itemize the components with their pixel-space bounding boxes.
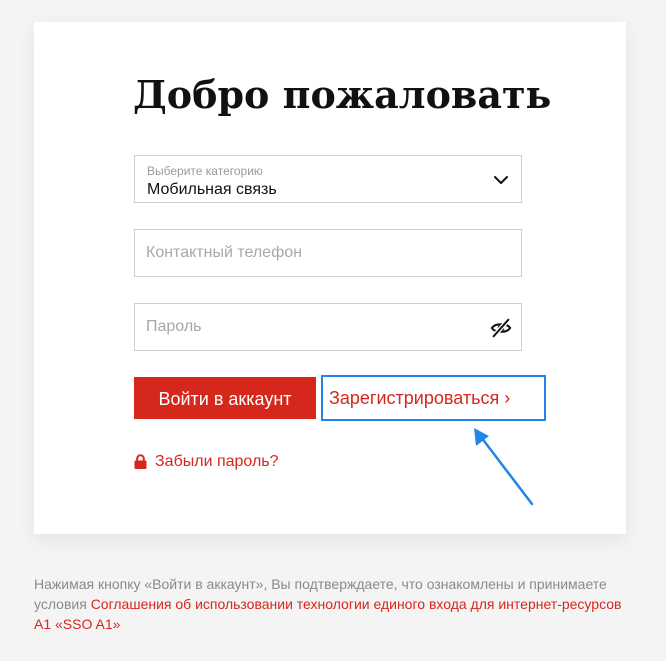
password-field-wrapper — [134, 303, 522, 351]
eye-off-icon[interactable] — [490, 317, 512, 339]
register-highlight-box: Зарегистрироваться › — [321, 375, 546, 421]
category-select[interactable]: Выберите категорию Мобильная связь — [134, 155, 522, 203]
register-link[interactable]: Зарегистрироваться › — [329, 377, 510, 419]
chevron-down-icon[interactable] — [493, 172, 509, 188]
login-button[interactable]: Войти в аккаунт — [134, 377, 316, 419]
forgot-password-label: Забыли пароль? — [155, 453, 279, 470]
page-title: Добро пожаловать — [133, 72, 552, 117]
footer-disclaimer: Нажимая кнопку «Войти в аккаунт», Вы под… — [34, 574, 624, 634]
lock-icon — [134, 454, 147, 469]
login-card: Добро пожаловать Выберите категорию Моби… — [34, 22, 626, 534]
sso-agreement-link[interactable]: Соглашения об использовании технологии е… — [34, 596, 621, 632]
category-select-label: Выберите категорию — [147, 164, 263, 178]
category-select-value: Мобильная связь — [147, 181, 277, 198]
password-input[interactable] — [135, 304, 521, 350]
phone-input[interactable] — [135, 230, 521, 276]
phone-field-wrapper — [134, 229, 522, 277]
